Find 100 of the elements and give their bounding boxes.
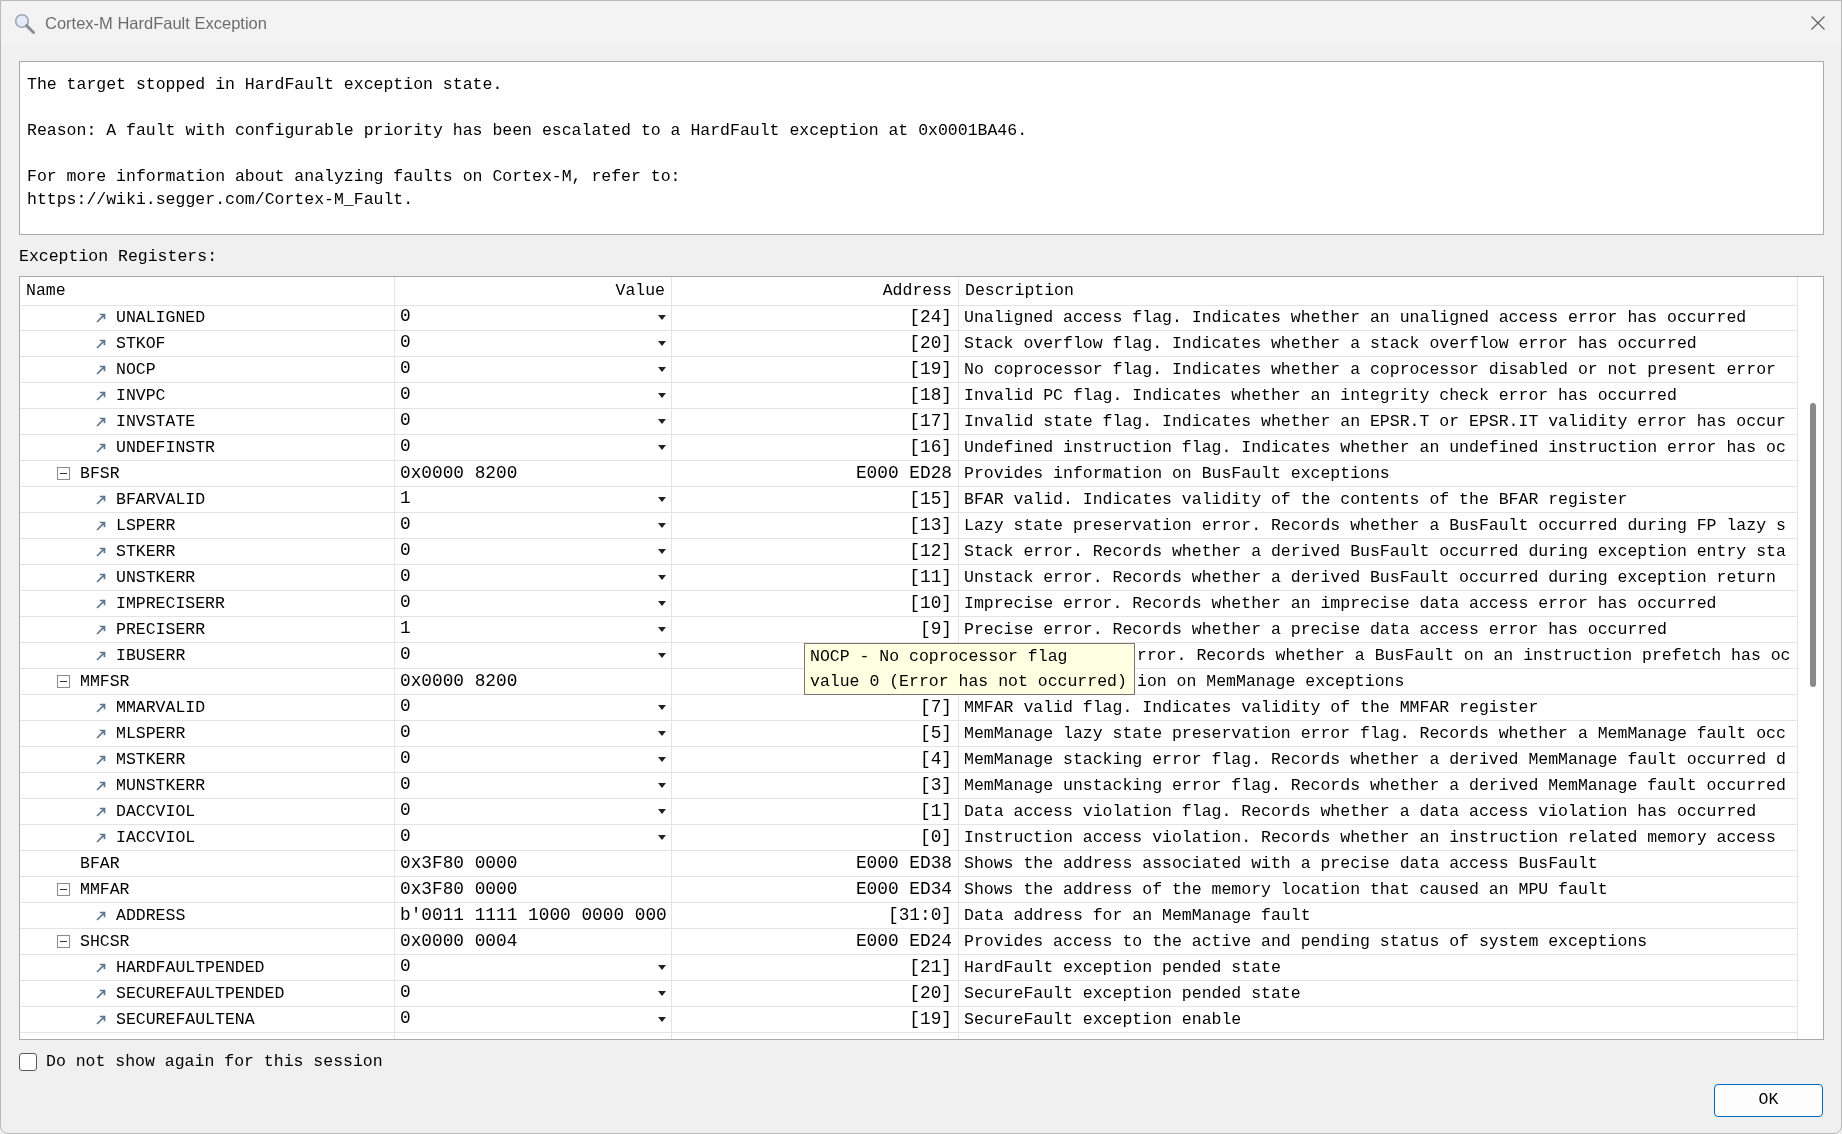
column-header[interactable]: Name [26, 277, 66, 305]
description-text: ion on MemManage exceptions [1137, 671, 1405, 693]
arrow-icon [96, 572, 106, 583]
ok-button[interactable]: OK [1714, 1084, 1823, 1117]
description-text: Stack error. Records whether a derived BusFault occurred during exception entry sta [964, 541, 1786, 563]
bit-range: [17] [909, 410, 952, 433]
bit-range: [1] [920, 800, 952, 823]
value-dropdown[interactable]: 0 [400, 643, 666, 668]
bit-range: [19] [909, 358, 952, 381]
value-dropdown[interactable]: 0 [400, 955, 666, 980]
value-dropdown[interactable]: 0 [400, 773, 666, 798]
caret-icon [658, 757, 666, 762]
arrow-icon [96, 442, 106, 453]
bit-range: [7] [920, 696, 952, 719]
value-dropdown[interactable]: 0 [400, 721, 666, 746]
field-name: IBUSERR [116, 645, 186, 667]
description-text: Imprecise error. Records whether an imprecise data access error has occurred [964, 593, 1717, 615]
value-dropdown[interactable]: 0 [400, 435, 666, 460]
value-dropdown[interactable]: 0 [400, 695, 666, 720]
register-address: E000 ED28 [855, 462, 952, 485]
column-header[interactable]: Description [965, 277, 1074, 305]
minus-square-icon[interactable] [57, 467, 70, 480]
value-dropdown[interactable]: 0 [400, 383, 666, 408]
arrow-icon [96, 520, 106, 531]
description-text: Precise error. Records whether a precise data access error has occurred [964, 619, 1667, 641]
caret-icon [658, 705, 666, 710]
description-text: Shows the address associated with a precise data access BusFault [964, 853, 1598, 875]
field-name: MLSPERR [116, 723, 186, 745]
checkbox[interactable] [19, 1053, 37, 1071]
checkbox-label[interactable]: Do not show again for this session [46, 1049, 383, 1075]
value-dropdown[interactable]: 0 [400, 1007, 666, 1032]
bit-range: [10] [909, 592, 952, 615]
description-text: rror. Records whether a BusFault on an instruction prefetch has oc [1137, 645, 1791, 667]
description-text: Shows the address of the memory location that caused an MPU fault [964, 879, 1608, 901]
arrow-icon [96, 338, 106, 349]
description-text: Lazy state preservation error. Records whether a BusFault occurred during FP lazy s [964, 515, 1786, 537]
column-header[interactable]: Value [615, 277, 665, 305]
field-value: b'0011 1111 1000 0000 000 [400, 904, 667, 927]
caret-icon [658, 783, 666, 788]
register-value: 0x0000 0004 [400, 930, 518, 953]
caret-icon [658, 991, 666, 996]
field-name: BFARVALID [116, 489, 206, 511]
bit-range: [16] [909, 436, 952, 459]
value-dropdown[interactable]: 0 [400, 357, 666, 382]
caret-icon [658, 731, 666, 736]
arrow-icon [96, 546, 106, 557]
value-dropdown[interactable]: 0 [400, 305, 666, 330]
value-dropdown[interactable]: 0 [400, 539, 666, 564]
caret-icon [658, 653, 666, 658]
arrow-icon [96, 910, 106, 921]
description-text: MemManage stacking error flag. Records whether a derived MemManage fault occurred d [964, 749, 1786, 771]
value-dropdown[interactable]: 0 [400, 799, 666, 824]
field-name: ADDRESS [116, 905, 186, 927]
bit-range: [11] [909, 566, 952, 589]
arrow-icon [96, 806, 106, 817]
field-name: PRECISERR [116, 619, 206, 641]
arrow-icon [96, 624, 106, 635]
description-text: Provides access to the active and pending status of system exceptions [964, 931, 1648, 953]
arrow-icon [96, 364, 106, 375]
bit-range: [24] [909, 306, 952, 329]
description-text: No coprocessor flag. Indicates whether a coprocessor disabled or not present error [964, 359, 1776, 381]
bit-range: [20] [909, 982, 952, 1005]
arrow-icon [96, 312, 106, 323]
arrow-icon [96, 728, 106, 739]
field-name: SECUREFAULTENA [116, 1009, 255, 1031]
field-name: MSTKERR [116, 749, 186, 771]
description-text: Stack overflow flag. Indicates whether a stack overflow error has occurred [964, 333, 1697, 355]
register-address: E000 ED34 [855, 878, 952, 901]
value-dropdown[interactable]: 0 [400, 565, 666, 590]
value-dropdown[interactable]: 0 [400, 825, 666, 850]
value-dropdown[interactable]: 1 [400, 617, 666, 642]
caret-icon [658, 393, 666, 398]
value-dropdown[interactable]: 0 [400, 747, 666, 772]
field-name: DACCVIOL [116, 801, 196, 823]
column-header[interactable]: Address [882, 277, 952, 305]
field-name: MMARVALID [116, 697, 206, 719]
value-dropdown[interactable]: 0 [400, 409, 666, 434]
bit-range: [15] [909, 488, 952, 511]
value-dropdown[interactable]: 0 [400, 331, 666, 356]
magnifier-icon [14, 12, 35, 34]
field-name: INVSTATE [116, 411, 196, 433]
value-dropdown[interactable]: 0 [400, 981, 666, 1006]
field-name: IMPRECISERR [116, 593, 225, 615]
minus-square-icon[interactable] [57, 935, 70, 948]
close-icon [1811, 16, 1825, 30]
caret-icon [658, 341, 666, 346]
bit-range: [4] [920, 748, 952, 771]
value-dropdown[interactable]: 1 [400, 487, 666, 512]
description-text: Provides information on BusFault exceptions [964, 463, 1390, 485]
register-address: E000 ED24 [855, 930, 952, 953]
field-name: UNDEFINSTR [116, 437, 216, 459]
bit-range: [19] [909, 1008, 952, 1031]
field-name: INVPC [116, 385, 166, 407]
minus-square-icon[interactable] [57, 675, 70, 688]
caret-icon [658, 575, 666, 580]
register-name: MMFSR [80, 671, 130, 693]
value-dropdown[interactable]: 0 [400, 591, 666, 616]
scrollbar-thumb[interactable] [1810, 403, 1816, 687]
minus-square-icon[interactable] [57, 883, 70, 896]
value-dropdown[interactable]: 0 [400, 513, 666, 538]
